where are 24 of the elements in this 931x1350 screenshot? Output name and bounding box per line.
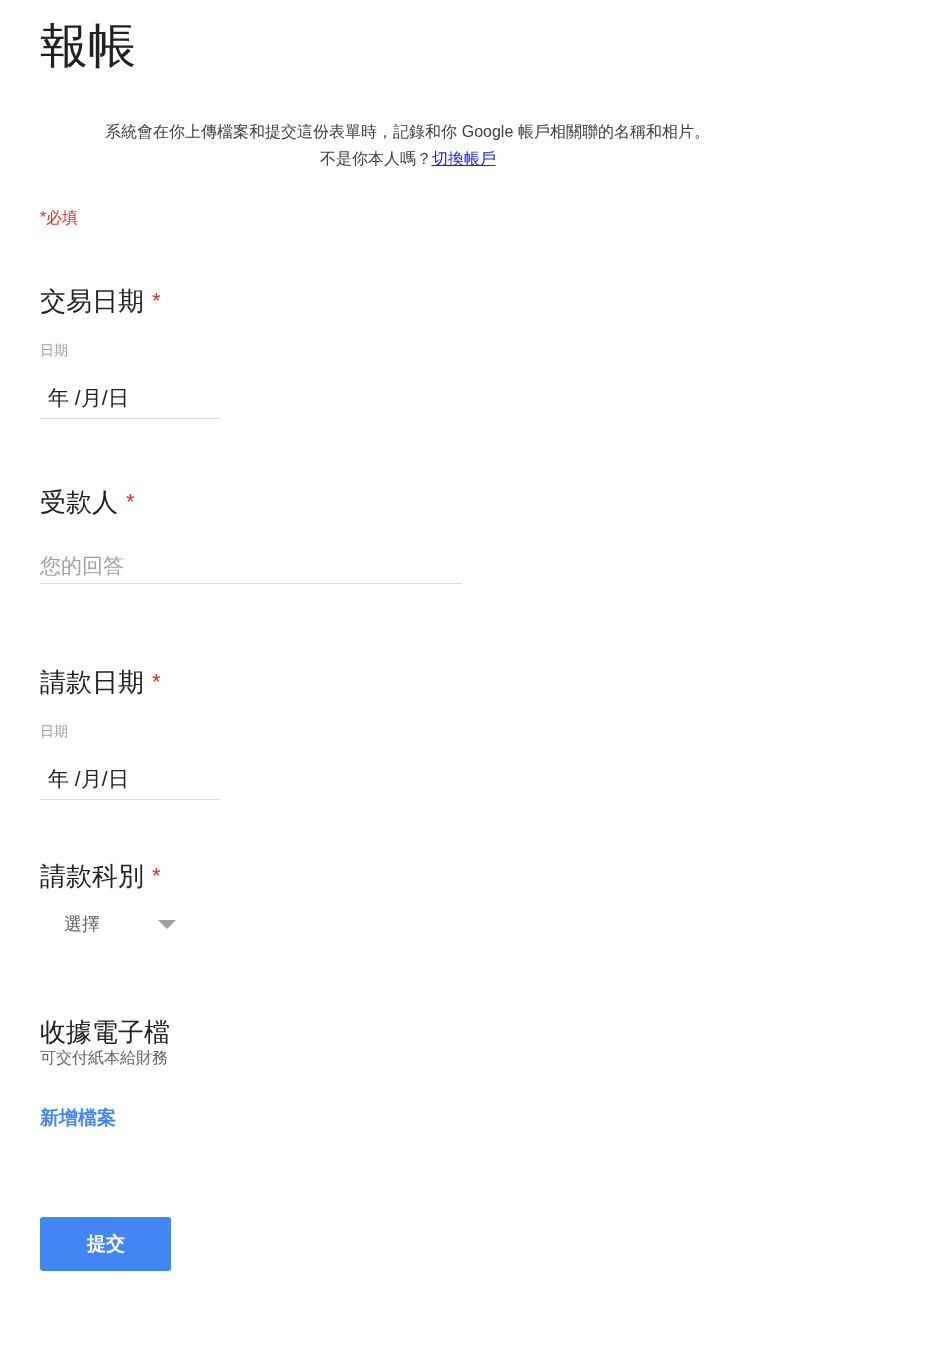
date-field[interactable]: 年 /月/日 [40, 755, 220, 800]
date-field[interactable]: 年 /月/日 [40, 374, 220, 419]
switch-account-link[interactable]: 切換帳戶 [431, 145, 496, 172]
field-label: 日期 [40, 723, 68, 741]
question-description: 可交付紙本給財務 [40, 1048, 168, 1068]
form-title: 報帳 [40, 18, 136, 74]
question-title: 請款日期 [40, 666, 144, 698]
submit-button[interactable]: 提交 [40, 1217, 171, 1271]
required-note: *必填 [40, 208, 79, 228]
required-asterisk: * [126, 488, 135, 516]
question-title: 受款人 [40, 486, 118, 518]
add-file-button[interactable]: 新增檔案 [40, 1105, 116, 1131]
required-asterisk: * [152, 668, 161, 696]
account-prompt: 不是你本人嗎？ [319, 149, 432, 169]
dropdown[interactable]: 選擇 [40, 906, 176, 942]
question-title: 請款科別 [40, 860, 144, 892]
dropdown-caret-icon [158, 919, 176, 929]
required-asterisk: * [152, 862, 161, 890]
question-title: 收據電子檔 [40, 1016, 170, 1048]
required-asterisk: * [152, 287, 161, 315]
question-title: 交易日期 [40, 285, 144, 317]
field-label: 日期 [40, 342, 68, 360]
description-text: 系統會在你上傳檔案和提交這份表單時，記錄和你 Google 帳戶相關聯的名稱和相片。 [105, 122, 710, 142]
answer-field[interactable]: 您的回答 [40, 554, 462, 584]
